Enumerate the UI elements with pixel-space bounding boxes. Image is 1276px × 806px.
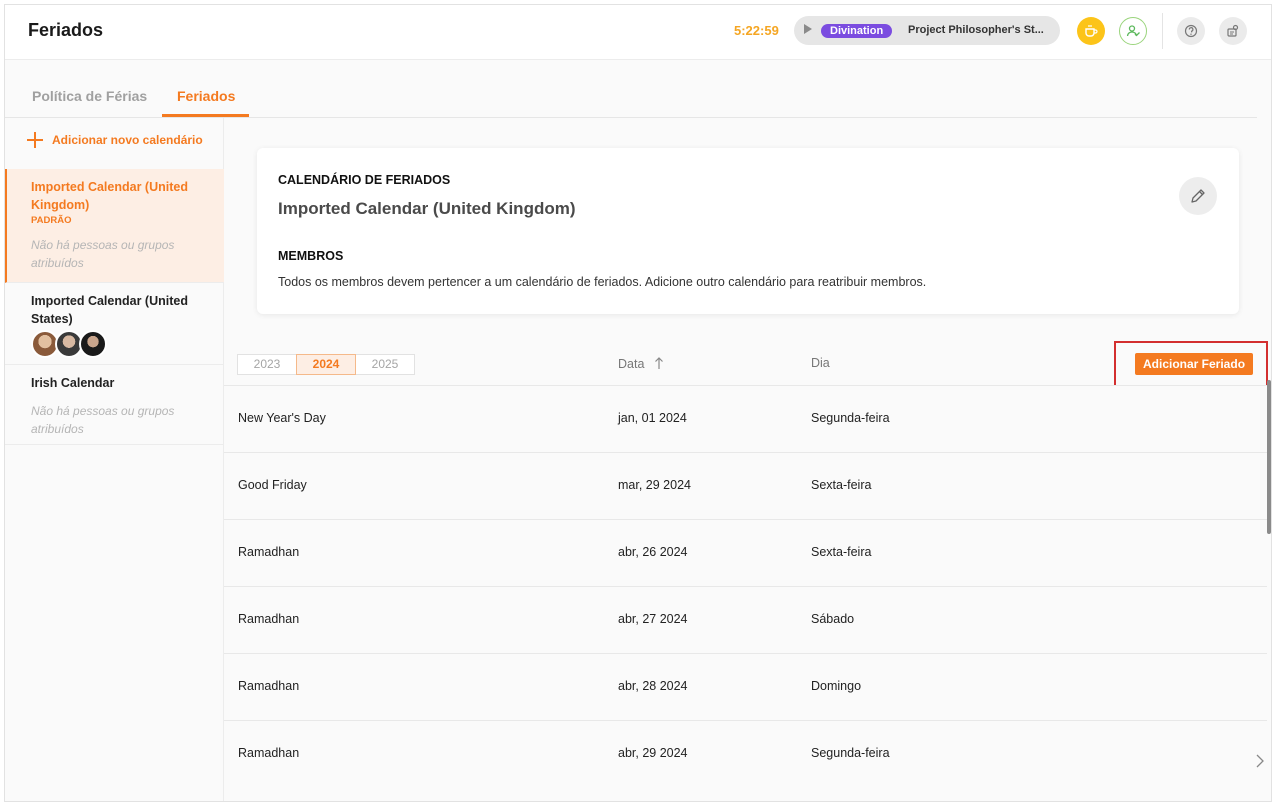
column-header-data[interactable]: Data <box>618 356 664 371</box>
header-divider <box>1162 13 1163 49</box>
table-row[interactable]: New Year's Day jan, 01 2024 Segunda-feir… <box>224 385 1267 452</box>
page-title: Feriados <box>28 20 104 40</box>
help-icon <box>1184 24 1198 38</box>
table-row[interactable]: Good Friday mar, 29 2024 Sexta-feira <box>224 452 1267 519</box>
project-tag: Divination <box>821 24 893 38</box>
calendar-name: Irish Calendar <box>31 376 115 390</box>
tab-holidays[interactable]: Feriados <box>177 88 235 104</box>
holiday-weekday: Sábado <box>811 612 855 626</box>
tab-vacation-policy[interactable]: Política de Férias <box>32 88 147 104</box>
table-row[interactable]: Ramadhan abr, 26 2024 Sexta-feira <box>224 519 1267 586</box>
project-name: Project Philosopher's St... <box>908 24 1044 36</box>
timer-display: 5:22:59 <box>734 23 779 38</box>
user-check-icon <box>1126 25 1140 37</box>
table-row[interactable]: Ramadhan abr, 27 2024 Sábado <box>224 586 1267 653</box>
calendar-sidebar: Adicionar novo calendário Imported Calen… <box>5 118 224 801</box>
plus-icon <box>27 132 43 148</box>
app-window: Feriados 5:22:59 Divination Project Phil… <box>4 4 1272 802</box>
holiday-name: Ramadhan <box>238 746 300 760</box>
calendar-name: Imported Calendar (United Kingdom) <box>31 180 188 212</box>
holiday-date: abr, 28 2024 <box>618 679 688 693</box>
year-2023-button[interactable]: 2023 <box>237 354 297 375</box>
holiday-name: Ramadhan <box>238 612 300 626</box>
no-members-text: Não há pessoas ou grupos atribuídos <box>31 238 175 270</box>
members-label: MEMBROS <box>278 249 344 263</box>
holiday-name: New Year's Day <box>238 411 326 425</box>
calendar-item-irish[interactable]: Irish Calendar Não há pessoas ou grupos … <box>5 365 224 445</box>
holiday-date: abr, 27 2024 <box>618 612 688 626</box>
column-header-label: Data <box>618 357 645 371</box>
holiday-table: New Year's Day jan, 01 2024 Segunda-feir… <box>224 385 1267 787</box>
user-status-button[interactable] <box>1119 17 1147 45</box>
pencil-icon <box>1191 189 1205 203</box>
holiday-name: Good Friday <box>238 478 307 492</box>
calendar-info-card: CALENDÁRIO DE FERIADOS Imported Calendar… <box>257 148 1239 314</box>
calendar-item-us[interactable]: Imported Calendar (United States) <box>5 283 224 365</box>
chevron-right-icon[interactable] <box>1255 753 1265 769</box>
holiday-date: abr, 29 2024 <box>618 746 688 760</box>
user-settings-icon <box>1227 24 1239 37</box>
add-holiday-button[interactable]: Adicionar Feriado <box>1135 353 1254 375</box>
table-row[interactable]: Ramadhan abr, 28 2024 Domingo <box>224 653 1267 720</box>
column-header-dia[interactable]: Dia <box>811 356 830 370</box>
members-text: Todos os membros devem pertencer a um ca… <box>278 275 927 289</box>
member-avatars <box>31 330 198 358</box>
project-timer-pill[interactable]: Divination Project Philosopher's St... <box>794 16 1060 45</box>
play-icon[interactable] <box>804 24 812 34</box>
year-selector: 2023 2024 2025 <box>237 354 415 375</box>
calendar-title: Imported Calendar (United Kingdom) <box>278 199 576 218</box>
sort-ascending-icon[interactable] <box>654 356 664 370</box>
avatar <box>79 330 107 358</box>
add-calendar-button[interactable]: Adicionar novo calendário <box>27 132 203 148</box>
holiday-name: Ramadhan <box>238 679 300 693</box>
holiday-weekday: Sexta-feira <box>811 478 872 492</box>
settings-button[interactable] <box>1219 17 1247 45</box>
default-badge: PADRÃO <box>31 215 72 226</box>
calendar-item-uk[interactable]: Imported Calendar (United Kingdom) PADRÃ… <box>5 169 224 283</box>
year-2024-button[interactable]: 2024 <box>296 354 356 375</box>
holiday-weekday: Domingo <box>811 679 862 693</box>
holiday-date: abr, 26 2024 <box>618 545 688 559</box>
tab-bar: Política de Férias Feriados <box>5 60 1271 118</box>
coffee-icon <box>1085 25 1098 37</box>
add-calendar-label: Adicionar novo calendário <box>52 133 203 147</box>
holiday-date: jan, 01 2024 <box>618 411 687 425</box>
break-button[interactable] <box>1077 17 1105 45</box>
help-button[interactable] <box>1177 17 1205 45</box>
holiday-weekday: Sexta-feira <box>811 545 872 559</box>
holiday-name: Ramadhan <box>238 545 300 559</box>
calendar-name: Imported Calendar (United States) <box>31 294 188 326</box>
year-2025-button[interactable]: 2025 <box>355 354 415 375</box>
top-header: Feriados 5:22:59 Divination Project Phil… <box>5 5 1271 60</box>
holiday-weekday: Segunda-feira <box>811 746 890 760</box>
card-section-label: CALENDÁRIO DE FERIADOS <box>278 173 451 187</box>
no-members-text: Não há pessoas ou grupos atribuídos <box>31 404 175 436</box>
scrollbar[interactable] <box>1267 380 1271 534</box>
table-row[interactable]: Ramadhan abr, 29 2024 Segunda-feira <box>224 720 1267 787</box>
edit-calendar-button[interactable] <box>1179 177 1217 215</box>
holiday-weekday: Segunda-feira <box>811 411 890 425</box>
holiday-date: mar, 29 2024 <box>618 478 691 492</box>
